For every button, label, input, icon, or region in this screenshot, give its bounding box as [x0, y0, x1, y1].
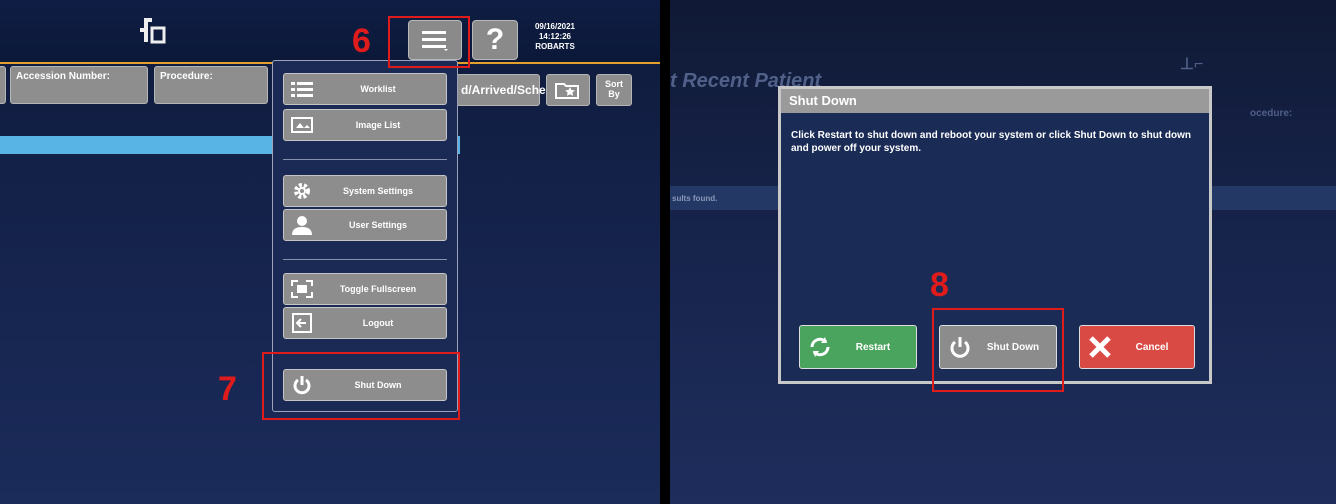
sort-by-button[interactable]: Sort By [596, 74, 632, 106]
procedure-label: Procedure: [160, 71, 213, 82]
annotation-number-6: 6 [352, 22, 371, 60]
help-button[interactable]: ? [472, 20, 518, 60]
left-screen-panel: ? 09/16/2021 14:12:26 ROBARTS Accession … [0, 0, 660, 504]
dialog-message: Click Restart to shut down and reboot yo… [791, 130, 1192, 154]
menu-divider [283, 259, 447, 260]
status-filter-value: d/Arrived/Sche [461, 83, 546, 97]
right-screen-panel: t Recent Patient ocedure: sults found. ⊥… [670, 0, 1336, 504]
header-datetime: 09/16/2021 14:12:26 ROBARTS [530, 22, 580, 52]
folder-star-icon [555, 83, 579, 99]
menu-item-toggle-fullscreen[interactable]: Toggle Fullscreen [283, 273, 447, 305]
field-edge [0, 66, 6, 104]
app-logo-icon [136, 16, 166, 51]
menu-item-label: System Settings [342, 186, 414, 196]
time-text: 14:12:26 [538, 32, 572, 41]
cancel-button[interactable]: Cancel [1079, 325, 1195, 369]
menu-item-worklist[interactable]: Worklist [283, 73, 447, 105]
background-procedure-label: ocedure: [1250, 108, 1293, 119]
cancel-button-label: Cancel [1135, 341, 1169, 353]
date-text: 09/16/2021 [534, 22, 576, 31]
accession-number-field[interactable]: Accession Number: [10, 66, 148, 104]
background-results-text: sults found. [672, 194, 718, 203]
user-icon [284, 215, 320, 235]
annotation-box-step8 [932, 308, 1064, 392]
restart-button[interactable]: Restart [799, 325, 917, 369]
favorites-folder-button[interactable] [546, 74, 590, 106]
question-mark-icon: ? [485, 23, 505, 56]
menu-item-label: User Settings [348, 220, 408, 230]
menu-item-label: Worklist [360, 84, 396, 94]
dialog-title: Shut Down [781, 89, 1209, 113]
menu-item-system-settings[interactable]: System Settings [283, 175, 447, 207]
annotation-number-8: 8 [930, 266, 949, 304]
procedure-field[interactable]: Procedure: [154, 66, 268, 104]
background-logo-icon: ⊥⌐ [1180, 56, 1204, 73]
menu-item-label: Toggle Fullscreen [339, 284, 417, 294]
fullscreen-icon [284, 280, 320, 298]
annotation-number-7: 7 [218, 370, 237, 408]
username-text: ROBARTS [535, 42, 575, 51]
menu-item-label: Image List [355, 120, 401, 130]
refresh-icon [800, 335, 840, 359]
list-icon [284, 80, 320, 98]
menu-item-logout[interactable]: Logout [283, 307, 447, 339]
menu-item-label: Logout [362, 318, 394, 328]
top-header-bar: ? 09/16/2021 14:12:26 ROBARTS [0, 0, 660, 64]
sort-by-label: Sort By [605, 79, 623, 99]
annotation-box-step6 [388, 16, 470, 68]
annotation-box-step7 [262, 352, 460, 420]
menu-divider [283, 159, 447, 160]
close-x-icon [1080, 335, 1120, 359]
menu-item-image-list[interactable]: Image List [283, 109, 447, 141]
image-list-icon [284, 117, 320, 133]
restart-button-label: Restart [855, 341, 891, 353]
menu-item-user-settings[interactable]: User Settings [283, 209, 447, 241]
status-filter-dropdown[interactable]: d/Arrived/Sche [456, 74, 546, 106]
accession-label: Accession Number: [16, 71, 110, 82]
logout-icon [284, 313, 320, 333]
gear-icon [284, 181, 320, 201]
